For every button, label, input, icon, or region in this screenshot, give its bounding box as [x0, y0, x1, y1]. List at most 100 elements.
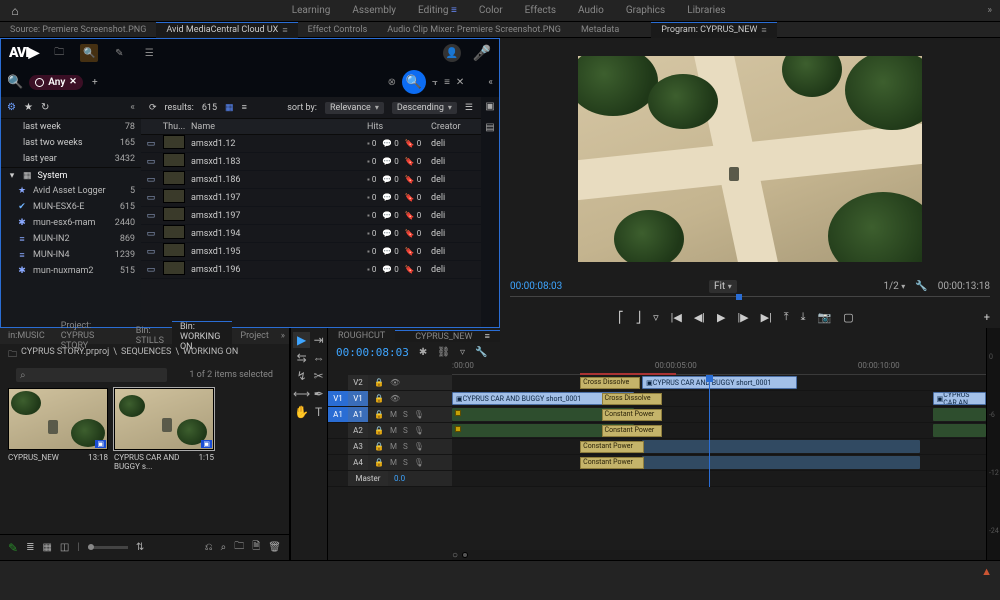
- tab-metadata[interactable]: Metadata: [571, 22, 629, 38]
- lift-button[interactable]: ⤒: [784, 310, 789, 324]
- clip-v1-b[interactable]: ▣ CYPRUS CAR AN: [933, 392, 986, 405]
- slip-tool[interactable]: ⟷: [293, 386, 310, 402]
- layout-icon[interactable]: ⫟: [432, 77, 438, 88]
- filter-icon[interactable]: ⚙: [7, 102, 16, 113]
- wrench-icon[interactable]: 🔧: [915, 281, 927, 292]
- user-avatar[interactable]: 👤: [443, 44, 461, 62]
- new-item-icon[interactable]: ✎: [8, 541, 18, 555]
- tab-source[interactable]: Source: Premiere Screenshot.PNG: [0, 22, 156, 38]
- workspace-effects[interactable]: Effects: [525, 5, 556, 16]
- result-row[interactable]: ▭amsxd1.183▪ 0💬 0🔖 0deli: [141, 153, 481, 171]
- search-tab-icon[interactable]: 🔍: [80, 44, 98, 62]
- marker-icon[interactable]: ▿: [460, 347, 465, 358]
- prev-frame-button[interactable]: ◀|: [694, 311, 705, 324]
- mark-in-button[interactable]: ⎡: [618, 311, 624, 324]
- side-strip-icon2[interactable]: ▤: [485, 122, 494, 133]
- clip-cyprus-buggy[interactable]: ▣ CYPRUS CAR AND BUGGY s...1:15: [114, 388, 214, 471]
- edit-icon[interactable]: ✎: [110, 44, 128, 62]
- zoom-select[interactable]: 1/2 ▾: [883, 281, 905, 292]
- track-a1[interactable]: A1: [348, 407, 368, 422]
- razor-tool[interactable]: ✂: [312, 368, 325, 384]
- seq-tab-roughcut[interactable]: ROUGHCUT: [328, 331, 395, 341]
- transition-cross-dissolve-2[interactable]: Cross Dissolve: [602, 393, 662, 405]
- list-icon[interactable]: ☰: [140, 44, 158, 62]
- view-list-toggle[interactable]: ≣: [26, 542, 34, 553]
- track-a2[interactable]: A2: [348, 423, 368, 438]
- tab-effect-controls[interactable]: Effect Controls: [298, 22, 378, 38]
- result-row[interactable]: ▭amsxd1.196▪ 0💬 0🔖 0deli: [141, 261, 481, 279]
- track-master[interactable]: Master: [348, 471, 388, 486]
- sort-dir-select[interactable]: Descending▾: [392, 102, 457, 114]
- system-header[interactable]: ▾▦System: [1, 167, 141, 183]
- collapse-filters-icon[interactable]: «: [130, 102, 135, 113]
- workspace-assembly[interactable]: Assembly: [352, 5, 396, 16]
- transition-constant-power[interactable]: Constant Power: [602, 409, 662, 421]
- workspace-color[interactable]: Color: [479, 5, 503, 16]
- transition-constant-power-4[interactable]: Constant Power: [580, 457, 644, 469]
- delete-icon[interactable]: 🗑: [268, 542, 281, 553]
- saved-search-last-week[interactable]: last week78: [1, 119, 141, 135]
- refresh-side-icon[interactable]: ↻: [41, 102, 49, 113]
- collapse-sidebar-icon[interactable]: «: [488, 77, 493, 88]
- side-strip-icon1[interactable]: ▣: [485, 101, 494, 112]
- new-item-dropdown[interactable]: 🗎: [252, 539, 260, 556]
- ptab-music[interactable]: in:MUSIC: [0, 331, 53, 341]
- system-mun-in2[interactable]: ≡MUN-IN2869: [1, 231, 141, 247]
- clip-cyprus-new[interactable]: ▣ CYPRUS_NEW13:18: [8, 388, 108, 471]
- col-creator[interactable]: Creator: [431, 122, 481, 132]
- favorite-icon[interactable]: ★: [24, 102, 33, 113]
- timeline-timecode[interactable]: 00:00:08:03: [336, 346, 409, 359]
- pen-tool[interactable]: ✒: [312, 386, 325, 402]
- rate-tool[interactable]: ↯: [293, 368, 310, 384]
- clip-a2-b[interactable]: [933, 424, 986, 437]
- comparison-button[interactable]: ▢: [843, 311, 853, 324]
- transition-constant-power-2[interactable]: Constant Power: [602, 425, 662, 437]
- transition-cross-dissolve[interactable]: Cross Dissolve: [580, 377, 640, 389]
- tab-audio-mixer[interactable]: Audio Clip Mixer: Premiere Screenshot.PN…: [377, 22, 571, 38]
- track-select-tool[interactable]: ⇥: [312, 332, 325, 348]
- view-grid-icon[interactable]: ▦: [225, 103, 234, 113]
- next-frame-button[interactable]: |▶: [737, 311, 748, 324]
- track-a3[interactable]: A3: [348, 439, 368, 454]
- playhead[interactable]: [709, 375, 710, 487]
- result-row[interactable]: ▭amsxd1.12▪ 0💬 0🔖 0deli: [141, 135, 481, 153]
- step-back-button[interactable]: |◀: [671, 311, 682, 324]
- view-list-icon[interactable]: ≡: [242, 102, 247, 113]
- microphone-icon[interactable]: 🎤: [473, 44, 491, 62]
- workspace-graphics[interactable]: Graphics: [626, 5, 665, 16]
- sort-field-select[interactable]: Relevance▾: [325, 102, 384, 114]
- timeline-tracks[interactable]: V2🔒👁 Cross Dissolve ▣ CYPRUS CAR AND BUG…: [328, 375, 986, 487]
- result-row[interactable]: ▭amsxd1.186▪ 0💬 0🔖 0deli: [141, 171, 481, 189]
- tab-avid-mediacentral[interactable]: Avid MediaCentral Cloud UX ≡: [156, 22, 297, 38]
- saved-search-last-year[interactable]: last year3432: [1, 151, 141, 167]
- sort-icon[interactable]: ⇅: [136, 542, 144, 553]
- snap-icon[interactable]: ✱: [419, 347, 427, 358]
- system-asset-logger[interactable]: ★Avid Asset Logger5: [1, 183, 141, 199]
- keyframe[interactable]: [455, 410, 461, 416]
- button-editor-button[interactable]: +: [984, 311, 990, 324]
- linked-sel-icon[interactable]: ⛓: [437, 347, 450, 358]
- project-search-input[interactable]: [26, 370, 164, 380]
- mark-out-button[interactable]: ⎦: [636, 311, 642, 324]
- run-search-button[interactable]: 🔍: [402, 70, 426, 94]
- columns-icon[interactable]: ☰: [465, 103, 473, 113]
- rolling-tool[interactable]: ⇔: [312, 350, 325, 366]
- source-a1[interactable]: A1: [328, 407, 348, 422]
- browse-icon[interactable]: 🗀: [50, 44, 68, 62]
- ptab-project[interactable]: Project: [232, 331, 276, 341]
- ptab-stills[interactable]: Bin: STILLS: [128, 326, 172, 346]
- col-hits[interactable]: Hits: [367, 122, 431, 132]
- type-tool[interactable]: T: [312, 404, 325, 420]
- view-icon-toggle[interactable]: ▦: [42, 542, 51, 553]
- clear-search-icon[interactable]: ⊗: [388, 77, 396, 88]
- extract-button[interactable]: ⤓: [801, 310, 806, 324]
- program-scrubber[interactable]: [510, 296, 990, 304]
- saved-search-last-two-weeks[interactable]: last two weeks165: [1, 135, 141, 151]
- track-a4[interactable]: A4: [348, 455, 368, 470]
- system-esx6e[interactable]: ✔MUN-ESX6-E615: [1, 199, 141, 215]
- workspace-libraries[interactable]: Libraries: [687, 5, 725, 16]
- add-marker-button[interactable]: ▿: [653, 311, 659, 324]
- workspace-editing[interactable]: Editing ≡: [418, 5, 457, 16]
- ripple-tool[interactable]: ⇆: [293, 350, 310, 366]
- refresh-icon[interactable]: ⟳: [149, 103, 157, 113]
